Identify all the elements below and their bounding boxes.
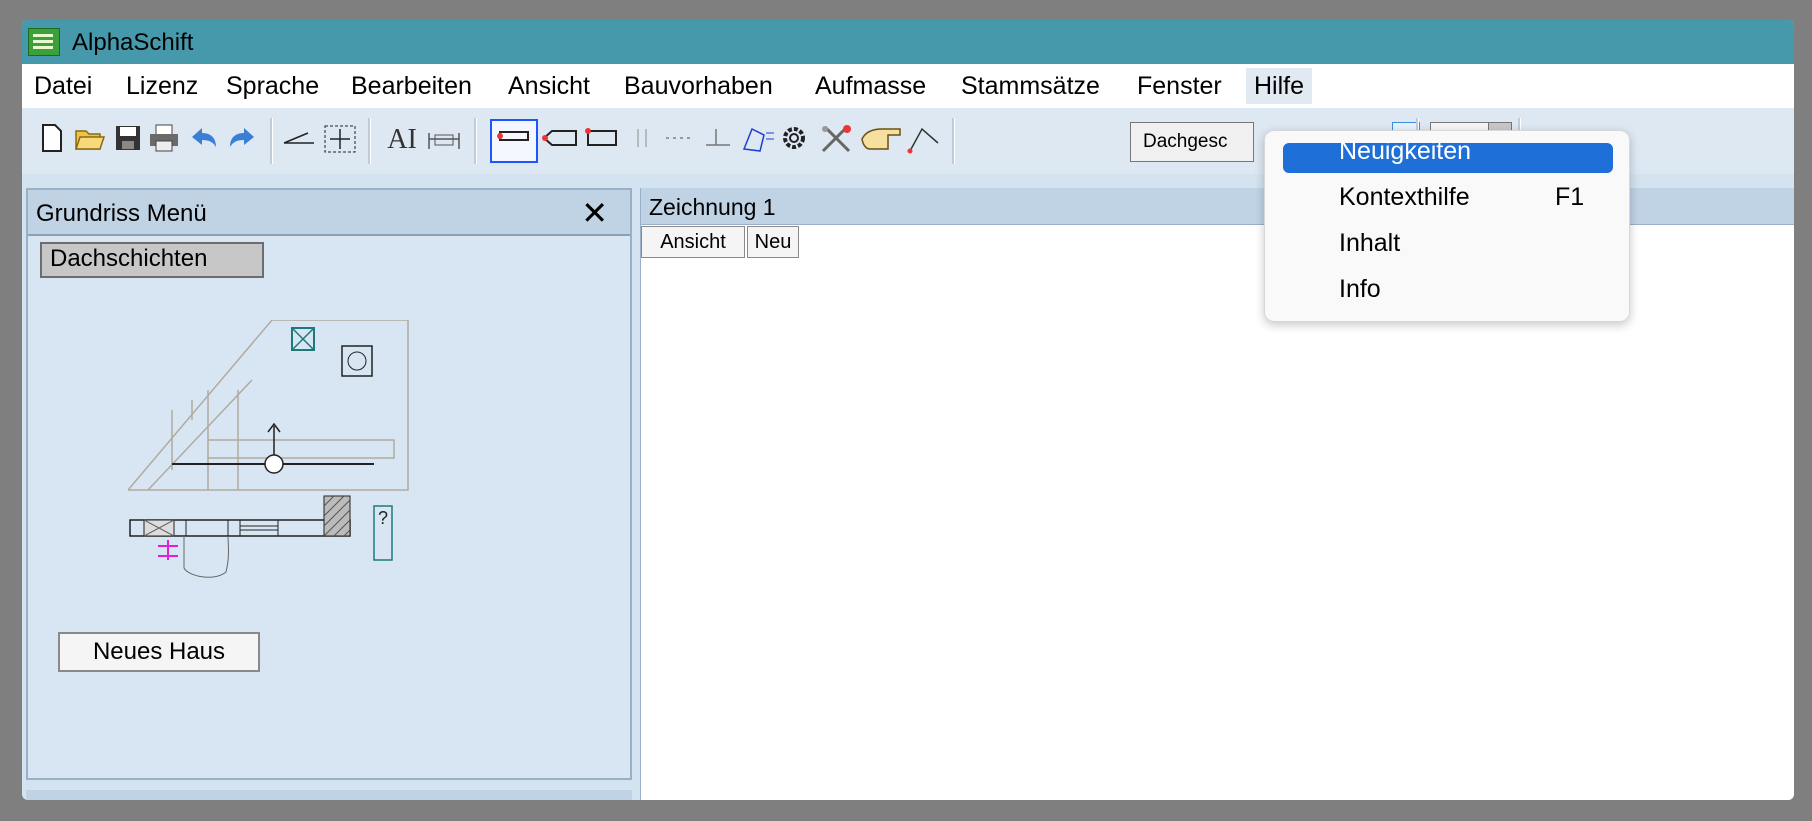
drawing-title: Zeichnung 1 xyxy=(649,194,776,220)
tools-icon[interactable] xyxy=(816,123,856,157)
floor-select[interactable]: Dachgesc xyxy=(1130,122,1254,162)
menu-bearbeiten[interactable]: Bearbeiten xyxy=(351,72,472,101)
side-panel-title: Grundriss Menü xyxy=(36,200,207,227)
menu-item-neuigkeiten[interactable]: Neuigkeiten xyxy=(1265,131,1629,173)
second-panel-header xyxy=(26,790,632,800)
gear-icon[interactable] xyxy=(778,123,810,157)
menu-item-kontexthilfe[interactable]: Kontexthilfe F1 xyxy=(1265,177,1629,217)
measure-angle-icon[interactable] xyxy=(282,123,314,157)
menu-fenster[interactable]: Fenster xyxy=(1137,72,1222,101)
menu-bauvorhaben[interactable]: Bauvorhaben xyxy=(624,72,773,101)
neues-haus-button[interactable]: Neues Haus xyxy=(58,632,260,672)
help-dropdown-menu: Neuigkeiten Kontexthilfe F1 Inhalt Info xyxy=(1264,130,1630,322)
title-bar: AlphaSchift xyxy=(22,20,1794,64)
menu-sprache[interactable]: Sprache xyxy=(226,72,319,101)
menu-item-info[interactable]: Info xyxy=(1265,269,1629,309)
new-file-icon[interactable] xyxy=(36,123,68,157)
save-icon[interactable] xyxy=(112,123,144,157)
window-title: AlphaSchift xyxy=(72,29,194,56)
menu-aufmasse[interactable]: Aufmasse xyxy=(815,72,926,101)
dotted-line-icon[interactable] xyxy=(664,123,696,157)
ansicht-button[interactable]: Ansicht xyxy=(641,226,745,258)
menu-datei[interactable]: Datei xyxy=(34,72,92,101)
parallel-lines-icon[interactable] xyxy=(626,123,658,157)
print-icon[interactable] xyxy=(148,123,180,157)
question-mark-label: ? xyxy=(378,508,388,528)
move-icon[interactable] xyxy=(322,123,356,157)
menu-ansicht[interactable]: Ansicht xyxy=(508,72,590,101)
menu-lizenz[interactable]: Lizenz xyxy=(126,72,198,101)
roof-icon[interactable] xyxy=(740,123,774,157)
menu-bar: Datei Lizenz Sprache Bearbeiten Ansicht … xyxy=(22,64,1794,108)
close-icon[interactable]: ✕ xyxy=(581,194,608,232)
menu-hilfe[interactable]: Hilfe xyxy=(1246,68,1313,104)
open-folder-icon[interactable] xyxy=(74,123,106,157)
app-logo-icon xyxy=(28,28,60,56)
undo-icon[interactable] xyxy=(188,123,220,157)
application-window: AlphaSchift Datei Lizenz Sprache Bearbei… xyxy=(22,20,1794,800)
side-panel-header: Grundriss Menü ✕ xyxy=(28,190,630,236)
polyline-icon[interactable] xyxy=(906,123,939,157)
angle-line-icon[interactable] xyxy=(702,123,734,157)
hand-pointer-icon[interactable] xyxy=(860,123,904,157)
side-panel: Grundriss Menü ✕ Dachschichten ? Neues H… xyxy=(26,188,632,780)
beam-icon[interactable] xyxy=(540,123,578,157)
dimension-icon[interactable] xyxy=(426,123,460,157)
shortcut-label: F1 xyxy=(1555,183,1585,211)
tab-dachschichten[interactable]: Dachschichten xyxy=(40,242,264,278)
menu-item-inhalt[interactable]: Inhalt xyxy=(1265,223,1629,263)
neu-button[interactable]: Neu xyxy=(747,226,799,258)
rectangle-beam-icon[interactable] xyxy=(584,123,617,157)
text-icon[interactable]: AI xyxy=(384,123,420,157)
select-beam-icon[interactable] xyxy=(490,119,538,163)
house-floorplan-diagram[interactable]: ? xyxy=(128,320,448,620)
redo-icon[interactable] xyxy=(226,123,258,157)
menu-stammsaetze[interactable]: Stammsätze xyxy=(961,72,1100,101)
